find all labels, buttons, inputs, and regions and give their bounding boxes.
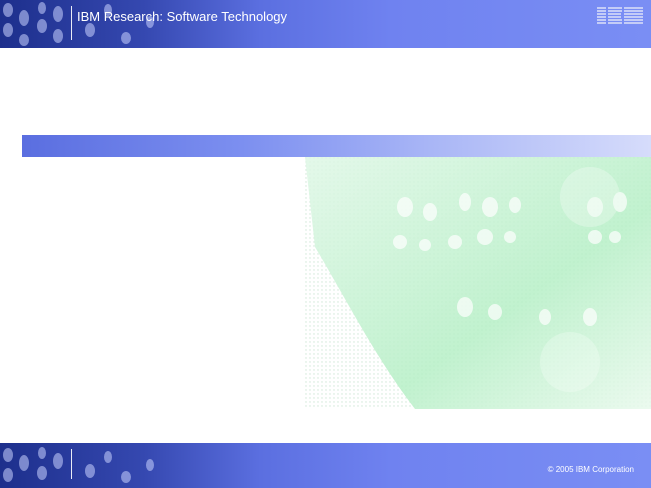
copyright-text: © 2005 IBM Corporation xyxy=(547,465,634,474)
divider-line xyxy=(71,449,72,479)
green-binary-art xyxy=(305,157,651,409)
footer-banner: © 2005 IBM Corporation xyxy=(0,443,651,488)
binary-pattern-icon xyxy=(3,2,154,46)
divider-line xyxy=(71,6,72,40)
binary-pattern-icon xyxy=(3,447,154,483)
header-banner: IBM Research: Software Technology xyxy=(0,0,651,48)
slide-title-bar xyxy=(22,135,651,157)
ibm-logo-icon xyxy=(597,7,643,24)
header-title: IBM Research: Software Technology xyxy=(77,9,288,24)
